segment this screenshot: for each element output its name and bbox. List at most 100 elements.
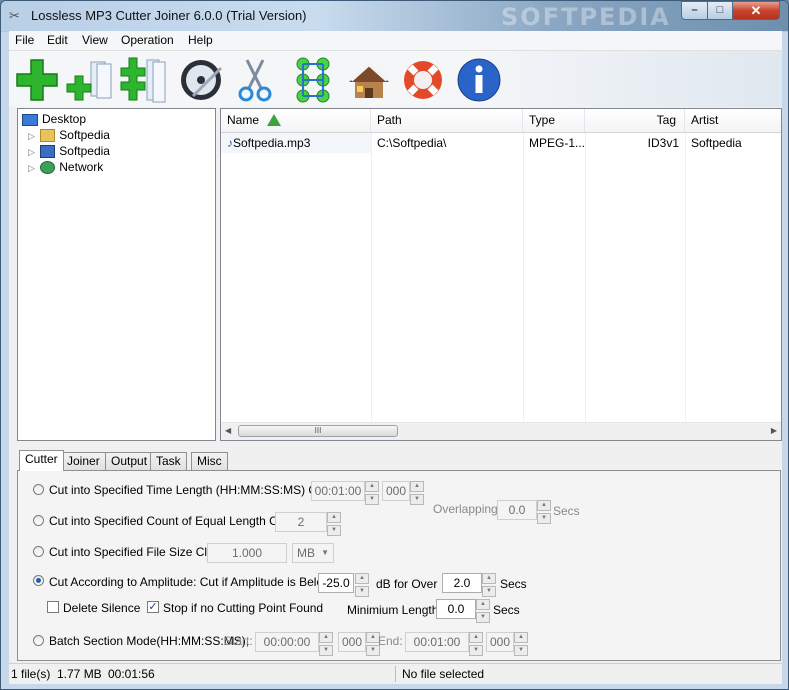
home-icon[interactable] xyxy=(345,56,393,104)
menu-file[interactable]: File xyxy=(15,33,34,47)
cut-icon[interactable] xyxy=(231,56,279,104)
scroll-left-icon[interactable]: ◀ xyxy=(225,426,231,435)
end-time-spinner[interactable]: ▲ ▼ xyxy=(469,632,483,656)
tab-joiner[interactable]: Joiner xyxy=(61,452,106,470)
expand-arrow-icon: ▷ xyxy=(28,147,35,157)
client-area: File Edit View Operation Help Desktop ▷ … xyxy=(9,31,782,684)
over-seconds-input[interactable]: 2.0 xyxy=(442,573,482,593)
window-title: Lossless MP3 Cutter Joiner 6.0.0 (Trial … xyxy=(31,8,307,23)
list-header: Name Path Type Tag Artist xyxy=(221,109,781,133)
title-bar[interactable]: ✂ Lossless MP3 Cutter Joiner 6.0.0 (Tria… xyxy=(1,1,788,31)
time-length-spinner[interactable]: ▲ ▼ xyxy=(365,481,379,505)
count-input[interactable]: 2 xyxy=(275,512,327,532)
status-duration: 00:01:56 xyxy=(108,667,155,681)
tab-task[interactable]: Task xyxy=(150,452,187,470)
folder-tree[interactable]: Desktop ▷ Softpedia ▷ Softpedia ▷ Networ… xyxy=(17,108,216,441)
tree-item-softpedia-computer[interactable]: ▷ Softpedia xyxy=(28,143,110,159)
add-folder-icon[interactable] xyxy=(119,56,167,104)
start-time-spinner[interactable]: ▲ ▼ xyxy=(319,632,333,656)
overlapping-spinner[interactable]: ▲ ▼ xyxy=(537,500,551,524)
add-files-icon[interactable] xyxy=(65,56,113,104)
over-seconds-spinner[interactable]: ▲ ▼ xyxy=(482,573,496,597)
file-list[interactable]: Name Path Type Tag Artist ♪Softpedia.mp3… xyxy=(220,108,782,441)
label-batch-section: Batch Section Mode(HH:MM:SS:MS), xyxy=(49,634,250,648)
time-length-input[interactable]: 00:01:00 xyxy=(311,481,365,501)
minimize-button[interactable]: – xyxy=(681,1,708,20)
radio-count[interactable] xyxy=(33,515,44,526)
menu-operation[interactable]: Operation xyxy=(121,33,174,47)
file-size-input[interactable]: 1.000 xyxy=(207,543,287,563)
label-stop-if: Stop if no Cutting Point Found xyxy=(163,601,324,615)
expand-arrow-icon: ▷ xyxy=(28,163,35,173)
amplitude-spinner[interactable]: ▲ ▼ xyxy=(355,573,369,597)
time-ms-input[interactable]: 000 xyxy=(382,481,410,501)
horizontal-scrollbar[interactable]: ◀ III ▶ xyxy=(221,422,781,440)
end-ms-spinner[interactable]: ▲ ▼ xyxy=(514,632,528,656)
cell-artist: Softpedia xyxy=(691,136,742,150)
end-ms-input[interactable]: 000 xyxy=(486,632,514,652)
status-bar: 1 file(s) 1.77 MB 00:01:56 No file selec… xyxy=(9,663,782,684)
menu-edit[interactable]: Edit xyxy=(47,33,68,47)
maximize-button[interactable]: □ xyxy=(707,1,733,20)
label-overlapping-unit: Secs xyxy=(553,504,580,518)
tree-item-softpedia-folder[interactable]: ▷ Softpedia xyxy=(28,127,110,143)
overlapping-input[interactable]: 0.0 xyxy=(497,500,537,520)
label-end: End: xyxy=(378,634,403,648)
radio-time-length[interactable] xyxy=(33,484,44,495)
end-time-input[interactable]: 00:01:00 xyxy=(405,632,469,652)
count-spinner[interactable]: ▲ ▼ xyxy=(327,512,341,536)
scroll-right-icon[interactable]: ▶ xyxy=(771,426,777,435)
sort-up-icon xyxy=(267,114,281,126)
status-divider xyxy=(395,666,396,682)
tab-output[interactable]: Output xyxy=(105,452,154,470)
min-length-input[interactable]: 0.0 xyxy=(436,599,476,619)
column-header-type[interactable]: Type xyxy=(523,109,585,132)
label-overlapping: Overlapping: xyxy=(433,502,502,516)
column-header-name[interactable]: Name xyxy=(221,109,371,132)
time-ms-spinner[interactable]: ▲ ▼ xyxy=(410,481,424,505)
computer-icon xyxy=(40,145,56,159)
toolbar xyxy=(9,51,782,107)
amplitude-input[interactable]: -25.0 xyxy=(318,573,354,593)
radio-file-size[interactable] xyxy=(33,546,44,557)
network-icon xyxy=(40,161,56,175)
label-amplitude: Cut According to Amplitude: Cut if Ampli… xyxy=(49,575,332,589)
close-button[interactable]: ✕ xyxy=(732,1,780,20)
label-start: Start: xyxy=(224,634,253,648)
radio-batch-section[interactable] xyxy=(33,635,44,646)
cell-path: C:\Softpedia\ xyxy=(377,136,447,150)
delete-silence-checkbox[interactable] xyxy=(47,601,59,613)
column-header-path[interactable]: Path xyxy=(371,109,523,132)
min-length-spinner[interactable]: ▲ ▼ xyxy=(476,599,490,623)
column-header-tag[interactable]: Tag xyxy=(585,109,685,132)
column-header-artist[interactable]: Artist xyxy=(685,109,781,132)
tree-item-desktop[interactable]: Desktop xyxy=(22,111,86,127)
tree-item-network[interactable]: ▷ Network xyxy=(28,159,103,175)
size-unit-select[interactable]: MB ▼ xyxy=(292,543,334,563)
status-total-size: 1.77 MB xyxy=(57,667,102,681)
start-time-input[interactable]: 00:00:00 xyxy=(255,632,319,652)
info-icon[interactable] xyxy=(455,56,503,104)
scroll-thumb[interactable]: III xyxy=(238,425,398,437)
radio-amplitude[interactable] xyxy=(33,575,44,586)
menu-view[interactable]: View xyxy=(82,33,108,47)
label-count: Cut into Specified Count of Equal Length… xyxy=(49,514,300,528)
tab-misc[interactable]: Misc xyxy=(191,452,228,470)
label-db-for-over: dB for Over xyxy=(376,577,438,591)
add-file-icon[interactable] xyxy=(13,56,61,104)
folder-icon xyxy=(40,129,56,143)
column-divider xyxy=(371,133,372,422)
column-divider xyxy=(523,133,524,422)
join-icon[interactable] xyxy=(289,56,337,104)
stop-if-no-point-checkbox[interactable]: ✓ xyxy=(147,601,159,613)
start-ms-input[interactable]: 000 xyxy=(338,632,366,652)
help-lifebuoy-icon[interactable] xyxy=(399,56,447,104)
label-min-length: Minimium Length: xyxy=(347,603,442,617)
play-disc-icon[interactable] xyxy=(177,56,225,104)
tab-cutter[interactable]: Cutter xyxy=(19,450,64,471)
tree-label: Desktop xyxy=(42,112,87,126)
column-divider xyxy=(585,133,586,422)
menu-help[interactable]: Help xyxy=(188,33,213,47)
tree-label: Network xyxy=(59,160,104,174)
chevron-down-icon: ▼ xyxy=(321,548,329,557)
